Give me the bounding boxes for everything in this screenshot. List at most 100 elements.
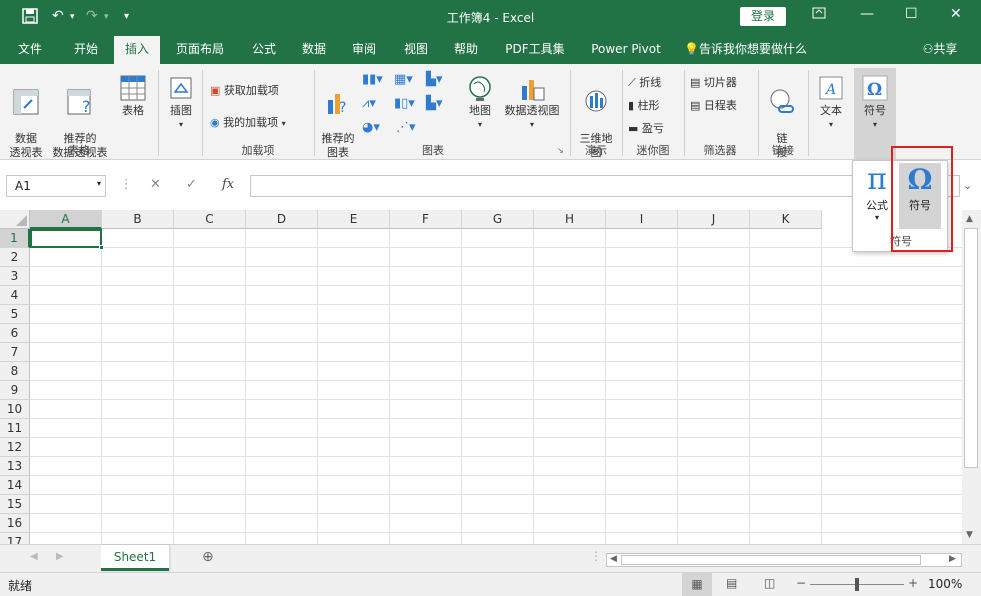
column-header[interactable]: B — [102, 210, 174, 229]
horizontal-scroll-thumb[interactable] — [621, 555, 921, 565]
column-header[interactable]: C — [174, 210, 246, 229]
statistic-chart-icon[interactable]: ▮▯▾ — [394, 96, 415, 111]
row-header[interactable]: 11 — [0, 419, 30, 438]
tab-pdf-tools[interactable]: PDF工具集 — [500, 34, 570, 64]
scroll-next-sheet-icon[interactable]: ▶ — [56, 551, 64, 562]
insert-function-icon[interactable]: fx — [222, 177, 234, 192]
tab-review[interactable]: 审阅 — [344, 34, 384, 64]
row-header[interactable]: 14 — [0, 476, 30, 495]
vertical-scrollbar[interactable]: ▲ ▼ — [962, 210, 981, 544]
row-header[interactable]: 4 — [0, 286, 30, 305]
my-addins-button[interactable]: ◉ 我的加载项 ▾ — [210, 114, 286, 130]
vertical-scroll-thumb[interactable] — [964, 228, 978, 468]
minimize-icon[interactable]: — — [860, 6, 874, 22]
scroll-prev-sheet-icon[interactable]: ◀ — [30, 551, 38, 562]
row-header[interactable]: 16 — [0, 514, 30, 533]
worksheet-grid[interactable]: ABCDEFGHIJK 1 2 3 4 5 6 7 8 9 10 11 12 13 14 15 16 17 — [0, 210, 962, 544]
horizontal-scrollbar[interactable]: ◀ ▶ — [606, 553, 962, 567]
active-cell[interactable] — [30, 229, 102, 248]
pivot-chart-button[interactable]: 数据透视图 ▾ — [500, 74, 564, 132]
row-header[interactable]: 8 — [0, 362, 30, 381]
tell-me-search[interactable]: 💡告诉我你想要做什么 — [684, 34, 824, 64]
table-button[interactable]: 表格 — [116, 74, 150, 118]
select-all-corner[interactable] — [0, 210, 30, 229]
tab-power-pivot[interactable]: Power Pivot — [586, 34, 666, 64]
row-header[interactable]: 9 — [0, 381, 30, 400]
column-chart-icon[interactable]: ▮▮▾ — [362, 72, 383, 87]
waterfall-chart-icon[interactable]: ▙▾ — [426, 72, 443, 87]
timeline-icon: ▤ — [690, 99, 701, 112]
sheet-tab[interactable]: Sheet1 — [101, 545, 169, 571]
row-header[interactable]: 5 — [0, 305, 30, 324]
combo-chart-icon[interactable]: ▙▾ — [426, 96, 443, 111]
text-button[interactable]: A 文本 ▾ — [814, 74, 848, 132]
row-header[interactable]: 3 — [0, 267, 30, 286]
tab-page-layout[interactable]: 页面布局 — [168, 34, 232, 64]
tab-view[interactable]: 视图 — [396, 34, 436, 64]
cancel-icon[interactable]: ✕ — [150, 177, 161, 192]
hierarchy-chart-icon[interactable]: ▦▾ — [394, 72, 413, 87]
row-header[interactable]: 15 — [0, 495, 30, 514]
zoom-in-icon[interactable]: + — [908, 576, 918, 590]
column-header[interactable]: G — [462, 210, 534, 229]
chevron-down-icon[interactable]: ▾ — [97, 179, 101, 188]
tab-file[interactable]: 文件 — [10, 34, 50, 64]
column-header[interactable]: I — [606, 210, 678, 229]
get-addins-button[interactable]: ▣ 获取加载项 — [210, 82, 279, 98]
row-header[interactable]: 1 — [0, 229, 30, 248]
column-header[interactable]: F — [390, 210, 462, 229]
scroll-right-icon[interactable]: ▶ — [949, 554, 956, 564]
column-header[interactable]: K — [750, 210, 822, 229]
close-icon[interactable]: ✕ — [950, 6, 962, 22]
line-chart-icon[interactable]: ⩘▾ — [362, 96, 376, 111]
maps-button[interactable]: 地图 ▾ — [464, 74, 496, 132]
row-header[interactable]: 17 — [0, 533, 30, 544]
dialog-launcher-icon[interactable]: ↘ — [557, 146, 564, 155]
zoom-level[interactable]: 100% — [928, 577, 962, 591]
scatter-chart-icon[interactable]: ⋰▾ — [396, 120, 416, 135]
sparkline-column-button[interactable]: ▮ 柱形 — [628, 97, 660, 113]
sparkline-winloss-button[interactable]: ▬ 盈亏 — [628, 120, 664, 136]
zoom-slider-thumb[interactable] — [855, 578, 859, 591]
row-header[interactable]: 2 — [0, 248, 30, 267]
tab-formulas[interactable]: 公式 — [244, 34, 284, 64]
page-break-view-icon[interactable]: ◫ — [764, 576, 775, 590]
timeline-button[interactable]: ▤ 日程表 — [690, 97, 737, 113]
scroll-down-icon[interactable]: ▼ — [966, 530, 973, 540]
sparkline-line-button[interactable]: ⟋ 折线 — [628, 74, 661, 90]
row-header[interactable]: 10 — [0, 400, 30, 419]
row-header[interactable]: 12 — [0, 438, 30, 457]
add-sheet-icon[interactable]: ⊕ — [202, 549, 214, 565]
column-header[interactable]: D — [246, 210, 318, 229]
tab-help[interactable]: 帮助 — [446, 34, 486, 64]
maximize-icon[interactable]: ☐ — [905, 6, 918, 22]
column-header[interactable]: E — [318, 210, 390, 229]
page-layout-view-icon[interactable]: ▤ — [726, 576, 737, 590]
column-header[interactable]: J — [678, 210, 750, 229]
row-header[interactable]: 13 — [0, 457, 30, 476]
expand-formula-bar-icon[interactable]: ⌄ — [963, 179, 972, 192]
fill-handle[interactable] — [99, 245, 104, 250]
normal-view-icon[interactable]: ▦ — [682, 573, 712, 596]
pie-chart-icon[interactable]: ◕▾ — [362, 120, 380, 135]
row-header[interactable]: 7 — [0, 343, 30, 362]
slicer-button[interactable]: ▤ 切片器 — [690, 74, 737, 90]
tab-insert[interactable]: 插入 — [114, 34, 160, 64]
scroll-up-icon[interactable]: ▲ — [966, 214, 973, 224]
scroll-left-icon[interactable]: ◀ — [610, 554, 617, 564]
row-header[interactable]: 6 — [0, 324, 30, 343]
tab-data[interactable]: 数据 — [294, 34, 334, 64]
zoom-out-icon[interactable]: − — [796, 576, 806, 590]
column-header[interactable]: H — [534, 210, 606, 229]
enter-icon[interactable]: ✓ — [186, 177, 197, 192]
login-button[interactable]: 登录 — [740, 7, 786, 26]
name-box[interactable]: A1 ▾ — [6, 175, 106, 197]
tab-home[interactable]: 开始 — [64, 34, 108, 64]
splitter-icon[interactable]: ⋮ — [590, 549, 602, 563]
ribbon-divider — [808, 70, 809, 156]
ribbon-display-icon[interactable] — [812, 6, 826, 24]
column-header[interactable]: A — [30, 210, 102, 229]
illustrations-button[interactable]: 插图 ▾ — [164, 74, 198, 132]
symbols-button[interactable]: Ω 符号 ▾ — [854, 68, 896, 160]
share-button[interactable]: ⚇共享 — [910, 34, 970, 64]
